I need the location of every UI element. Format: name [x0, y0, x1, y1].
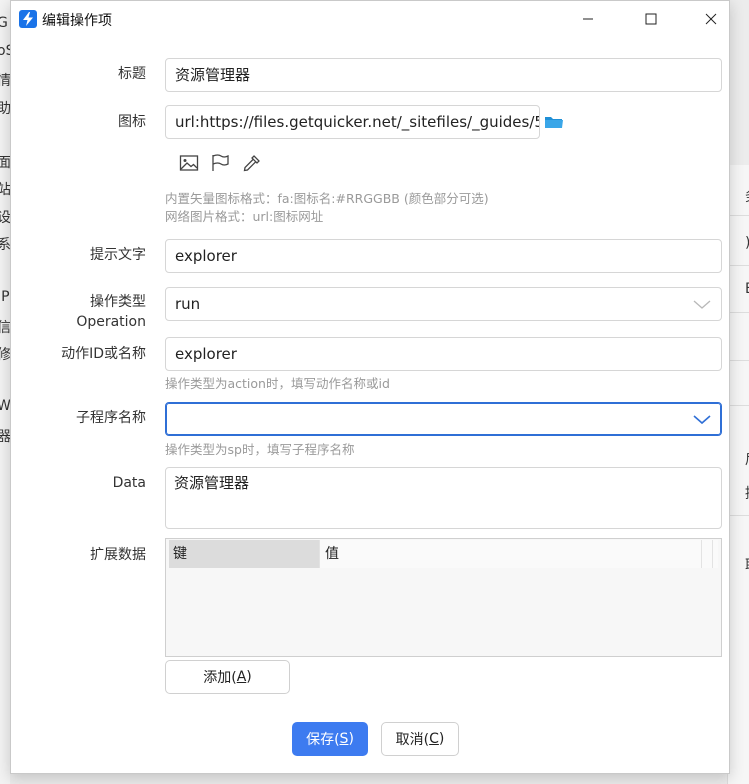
icon-url-hint: 网络图片格式：url:图标网址 — [165, 209, 324, 224]
add-button-label-end: ) — [246, 669, 252, 685]
bg-fragment: · — [0, 122, 1, 138]
bg-fragment: 取消 — [745, 555, 749, 575]
bg-fragment: 后 — [745, 449, 749, 469]
bg-fragment: 器 — [0, 429, 10, 445]
ext-data-label: 扩展数据 — [90, 547, 146, 563]
save-button-accel: S — [339, 731, 349, 747]
cancel-button-label: 取消( — [395, 732, 430, 748]
data-label: Data — [112, 475, 146, 491]
cancel-button-accel: C — [429, 731, 439, 747]
image-icon[interactable] — [177, 151, 201, 175]
window-title: 编辑操作项 — [42, 13, 112, 29]
operation-type-select[interactable]: run — [165, 287, 722, 321]
ext-data-grid[interactable]: 键 值 — [165, 538, 722, 657]
action-label: 动作ID或名称 — [61, 346, 146, 362]
subprogram-select[interactable] — [165, 402, 722, 436]
background-window-right: 务 ) B 后 提 取消 — [727, 165, 749, 784]
close-button[interactable] — [688, 1, 734, 37]
action-input[interactable]: explorer — [165, 337, 722, 371]
bg-fragment: 提 — [745, 483, 749, 503]
subprogram-hint: 操作类型为sp时，填写子程序名称 — [165, 442, 355, 457]
data-textarea[interactable]: 资源管理器 — [165, 467, 722, 529]
action-hint: 操作类型为action时，填写动作名称或id — [165, 376, 390, 391]
title-bar[interactable]: 编辑操作项 — [11, 1, 729, 37]
bg-fragment: 站 — [0, 182, 10, 198]
bg-fragment: IP — [0, 289, 10, 305]
add-button-accel: A — [236, 669, 247, 685]
title-label: 标题 — [118, 66, 146, 82]
bg-fragment: G — [0, 15, 8, 31]
bg-fragment: 面 — [0, 155, 10, 171]
add-button[interactable]: 添加(A) — [165, 660, 290, 694]
minimize-button[interactable] — [565, 1, 611, 37]
add-button-label: 添加( — [203, 670, 237, 686]
operation-type-label: 操作类型 — [90, 294, 146, 310]
bg-fragment: 信 — [0, 320, 10, 336]
bg-fragment: 设 — [0, 210, 10, 226]
tooltip-input[interactable]: explorer — [165, 239, 722, 273]
folder-icon[interactable] — [544, 114, 564, 130]
subprogram-label: 子程序名称 — [76, 410, 146, 426]
bg-fragment: 情 — [0, 73, 10, 89]
save-button-label-end: ) — [348, 731, 354, 747]
bg-fragment: ) — [745, 235, 749, 251]
edit-operation-dialog: 编辑操作项 标题 资源管理器 图标 url:https://files.getq… — [10, 0, 730, 774]
column-header-value[interactable]: 值 — [319, 540, 701, 568]
cancel-button[interactable]: 取消(C) — [381, 722, 459, 756]
quicker-logo-icon — [19, 10, 37, 28]
operation-type-value: run — [175, 295, 201, 313]
eyedropper-icon[interactable] — [240, 151, 264, 175]
cancel-button-label-end: ) — [438, 731, 445, 747]
icon-label: 图标 — [118, 114, 146, 130]
icon-input[interactable]: url:https://files.getquicker.net/_sitefi… — [165, 105, 540, 139]
operation-type-label-en: Operation — [76, 314, 146, 330]
bg-fragment: 修 — [0, 347, 10, 363]
bg-fragment: B — [745, 281, 749, 297]
maximize-button[interactable] — [628, 1, 674, 37]
bg-fragment: W — [0, 398, 10, 414]
column-header-blank — [701, 540, 712, 568]
icon-format-hint: 内置矢量图标格式：fa:图标名:#RRGGBB (颜色部分可选) — [165, 191, 489, 206]
save-button[interactable]: 保存(S) — [292, 722, 368, 756]
column-header-key[interactable]: 键 — [169, 540, 319, 568]
bg-fragment: 系 — [0, 237, 10, 253]
bg-fragment: oS — [0, 43, 10, 59]
save-button-label: 保存( — [306, 732, 340, 748]
bg-fragment: 务 — [745, 186, 749, 206]
flag-icon[interactable] — [208, 151, 232, 175]
chevron-down-icon — [693, 415, 711, 425]
column-header-blank — [712, 540, 718, 568]
title-input[interactable]: 资源管理器 — [165, 58, 722, 92]
bg-fragment: 助 — [0, 101, 10, 117]
chevron-down-icon — [693, 300, 711, 309]
tooltip-label: 提示文字 — [90, 247, 146, 263]
grid-header: 键 值 — [169, 540, 718, 568]
background-window-left: G oS 情 助 · 面 站 设 系 IP 信 修 W 器 — [0, 0, 10, 784]
